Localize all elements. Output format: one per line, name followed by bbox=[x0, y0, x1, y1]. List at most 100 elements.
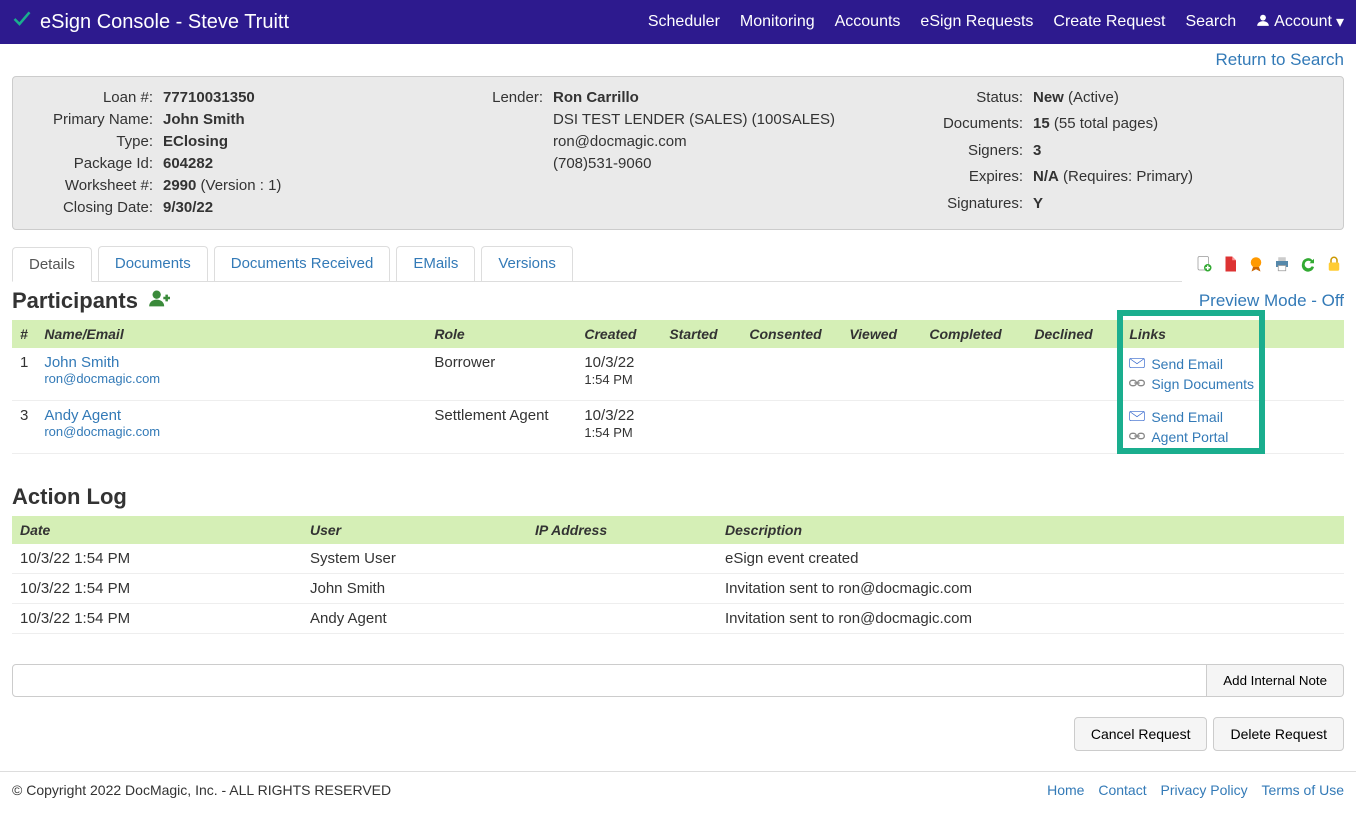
participant-link[interactable]: Send Email bbox=[1129, 354, 1336, 374]
col-completed: Completed bbox=[921, 320, 1026, 348]
participants-table: # Name/Email Role Created Started Consen… bbox=[12, 320, 1344, 454]
brand-title: eSign Console - Steve Truitt bbox=[40, 11, 289, 34]
participant-email[interactable]: ron@docmagic.com bbox=[44, 424, 418, 439]
badge-icon[interactable] bbox=[1246, 254, 1266, 274]
table-row: 10/3/22 1:54 PM Andy Agent Invitation se… bbox=[12, 604, 1344, 634]
closing-date-label: Closing Date: bbox=[23, 197, 153, 219]
row-created: 10/3/221:54 PM bbox=[576, 348, 661, 401]
app-brand[interactable]: eSign Console - Steve Truitt bbox=[12, 9, 289, 35]
row-role: Settlement Agent bbox=[426, 401, 576, 454]
col-date: Date bbox=[12, 516, 302, 544]
footer-copyright: © Copyright 2022 DocMagic, Inc. - ALL RI… bbox=[12, 782, 391, 798]
tab-details[interactable]: Details bbox=[12, 247, 92, 282]
col-description: Description bbox=[717, 516, 1344, 544]
return-to-search-row: Return to Search bbox=[12, 50, 1344, 70]
lock-icon[interactable] bbox=[1324, 254, 1344, 274]
footer-contact[interactable]: Contact bbox=[1098, 782, 1146, 798]
package-value: 604282 bbox=[163, 155, 213, 172]
logo-icon bbox=[12, 9, 32, 35]
lender-email: ron@docmagic.com bbox=[553, 133, 687, 150]
participant-name-link[interactable]: John Smith bbox=[44, 354, 418, 371]
refresh-icon[interactable] bbox=[1298, 254, 1318, 274]
info-panel: Loan #: 77710031350 Primary Name: John S… bbox=[12, 76, 1344, 230]
participant-link[interactable]: Sign Documents bbox=[1129, 374, 1336, 394]
footer-home[interactable]: Home bbox=[1047, 782, 1084, 798]
log-date: 10/3/22 1:54 PM bbox=[12, 574, 302, 604]
nav-scheduler[interactable]: Scheduler bbox=[648, 13, 720, 31]
row-consented bbox=[741, 401, 841, 454]
participants-title: Participants bbox=[12, 288, 172, 314]
status-extra: (Active) bbox=[1064, 89, 1119, 106]
participant-email[interactable]: ron@docmagic.com bbox=[44, 371, 418, 386]
signers-value: 3 bbox=[1033, 142, 1041, 159]
tab-emails[interactable]: EMails bbox=[396, 246, 475, 281]
worksheet-value: 2990 bbox=[163, 177, 196, 194]
loan-label: Loan #: bbox=[23, 87, 153, 109]
pdf-icon[interactable] bbox=[1220, 254, 1240, 274]
navbar: eSign Console - Steve Truitt Scheduler M… bbox=[0, 0, 1356, 44]
primary-name-label: Primary Name: bbox=[23, 109, 153, 131]
row-created: 10/3/221:54 PM bbox=[576, 401, 661, 454]
log-date: 10/3/22 1:54 PM bbox=[12, 544, 302, 574]
row-viewed bbox=[841, 401, 921, 454]
nav-accounts[interactable]: Accounts bbox=[835, 13, 901, 31]
tabs-row: Details Documents Documents Received EMa… bbox=[12, 246, 1344, 282]
action-icons bbox=[1182, 254, 1344, 274]
participant-link[interactable]: Send Email bbox=[1129, 407, 1336, 427]
col-user: User bbox=[302, 516, 527, 544]
row-consented bbox=[741, 348, 841, 401]
row-role: Borrower bbox=[426, 348, 576, 401]
log-desc: eSign event created bbox=[717, 544, 1344, 574]
row-declined bbox=[1026, 348, 1121, 401]
lender-phone: (708)531-9060 bbox=[553, 155, 651, 172]
log-ip bbox=[527, 604, 717, 634]
documents-label: Documents: bbox=[903, 113, 1023, 139]
col-created: Created bbox=[576, 320, 661, 348]
log-ip bbox=[527, 544, 717, 574]
page-add-icon[interactable] bbox=[1194, 254, 1214, 274]
nav-create-request[interactable]: Create Request bbox=[1053, 13, 1165, 31]
table-row: 3 Andy Agent ron@docmagic.com Settlement… bbox=[12, 401, 1344, 454]
expires-value: N/A bbox=[1033, 168, 1059, 185]
package-label: Package Id: bbox=[23, 153, 153, 175]
internal-note-input[interactable] bbox=[12, 664, 1207, 697]
link-icon bbox=[1129, 374, 1145, 394]
nav-account[interactable]: Account ▾ bbox=[1256, 12, 1344, 32]
signatures-label: Signatures: bbox=[903, 193, 1023, 219]
print-icon[interactable] bbox=[1272, 254, 1292, 274]
row-declined bbox=[1026, 401, 1121, 454]
nav-search[interactable]: Search bbox=[1185, 13, 1236, 31]
footer-terms[interactable]: Terms of Use bbox=[1262, 782, 1344, 798]
type-value: EClosing bbox=[163, 133, 228, 150]
footer-privacy[interactable]: Privacy Policy bbox=[1161, 782, 1248, 798]
tab-versions[interactable]: Versions bbox=[481, 246, 573, 281]
return-to-search-link[interactable]: Return to Search bbox=[1215, 50, 1344, 69]
nav-esign-requests[interactable]: eSign Requests bbox=[920, 13, 1033, 31]
documents-value: 15 bbox=[1033, 115, 1050, 132]
worksheet-version: (Version : 1) bbox=[196, 177, 281, 194]
add-internal-note-button[interactable]: Add Internal Note bbox=[1207, 664, 1344, 697]
table-row: 1 John Smith ron@docmagic.com Borrower 1… bbox=[12, 348, 1344, 401]
account-label: Account bbox=[1274, 13, 1332, 31]
participants-title-text: Participants bbox=[12, 288, 138, 314]
cancel-request-button[interactable]: Cancel Request bbox=[1074, 717, 1208, 751]
col-num: # bbox=[12, 320, 36, 348]
row-started bbox=[661, 348, 741, 401]
status-value: New bbox=[1033, 89, 1064, 106]
nav-monitoring[interactable]: Monitoring bbox=[740, 13, 815, 31]
preview-mode-link[interactable]: Preview Mode - Off bbox=[1199, 291, 1344, 311]
tab-documents[interactable]: Documents bbox=[98, 246, 208, 281]
lender-name: Ron Carrillo bbox=[553, 89, 639, 106]
status-label: Status: bbox=[903, 87, 1023, 113]
delete-request-button[interactable]: Delete Request bbox=[1213, 717, 1344, 751]
col-ip: IP Address bbox=[527, 516, 717, 544]
row-viewed bbox=[841, 348, 921, 401]
type-label: Type: bbox=[23, 131, 153, 153]
participant-name-link[interactable]: Andy Agent bbox=[44, 407, 418, 424]
add-participant-icon[interactable] bbox=[148, 288, 172, 314]
table-row: 10/3/22 1:54 PM System User eSign event … bbox=[12, 544, 1344, 574]
expires-extra: (Requires: Primary) bbox=[1059, 168, 1193, 185]
participant-link[interactable]: Agent Portal bbox=[1129, 427, 1336, 447]
lender-company: DSI TEST LENDER (SALES) (100SALES) bbox=[553, 111, 835, 128]
tab-documents-received[interactable]: Documents Received bbox=[214, 246, 391, 281]
